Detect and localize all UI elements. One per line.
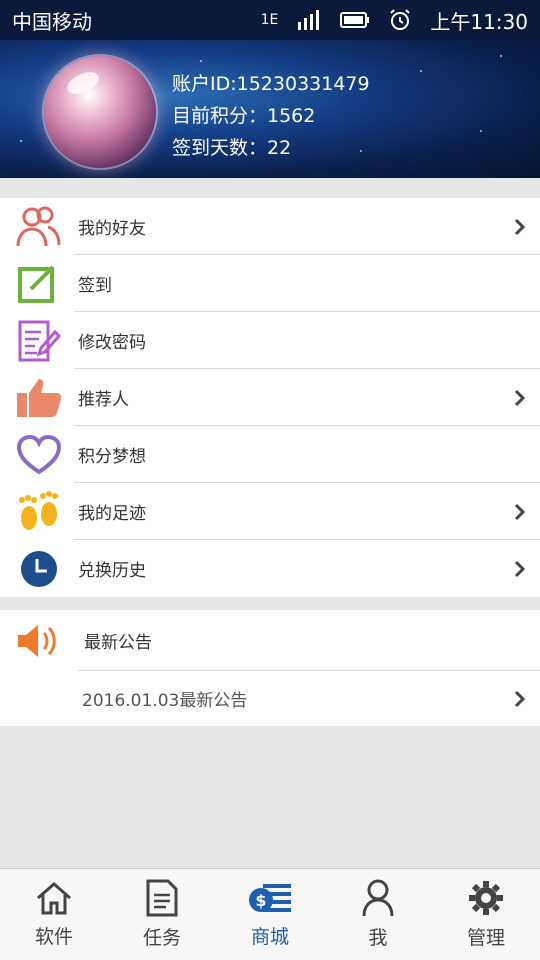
profile-header: 账户ID:15230331479 目前积分：1562 签到天数：22: [0, 40, 540, 178]
account-info: 账户ID:15230331479 目前积分：1562 签到天数：22: [172, 68, 370, 164]
status-icons: 1E 上午11:30: [261, 6, 528, 35]
announcement-section: 最新公告 2016.01.03最新公告: [0, 610, 540, 726]
menu-item-label: 修改密码: [78, 333, 146, 353]
footprints-icon: [0, 483, 78, 540]
menu-list: 我的好友 签到 修改密码 推荐人 积分梦想 我的足迹 兑换历史: [0, 198, 540, 597]
account-id: 账户ID:15230331479: [172, 73, 370, 95]
battery-icon: [340, 12, 370, 28]
announcement-text: 2016.01.03最新公告: [82, 691, 248, 711]
alarm-icon: [390, 9, 411, 30]
menu-item-exchange-history[interactable]: 兑换历史: [0, 540, 540, 597]
nav-label: 管理: [466, 927, 505, 949]
nav-label: 商城: [250, 926, 289, 948]
chevron-right-icon: [500, 502, 540, 522]
nav-label: 软件: [34, 926, 73, 948]
menu-item-checkin[interactable]: 签到: [0, 255, 540, 312]
menu-item-label: 兑换历史: [78, 561, 146, 581]
status-bar: 中国移动 1E 上午11:30: [0, 0, 540, 40]
friends-icon: [0, 198, 78, 255]
menu-item-change-password[interactable]: 修改密码: [0, 312, 540, 369]
nav-label: 我: [368, 927, 388, 949]
avatar[interactable]: [44, 56, 156, 168]
clock-icon: [0, 540, 78, 597]
nav-shop[interactable]: $ 商城: [216, 869, 324, 960]
home-icon: [37, 882, 71, 915]
menu-item-referrer[interactable]: 推荐人: [0, 369, 540, 426]
nav-task[interactable]: 任务: [108, 869, 216, 960]
carrier-name: 中国移动: [12, 9, 92, 34]
menu-item-friends[interactable]: 我的好友: [0, 198, 540, 255]
svg-text:$: $: [255, 891, 266, 910]
menu-item-label: 推荐人: [78, 390, 129, 410]
menu-item-label: 我的足迹: [78, 504, 146, 524]
announcement-title: 最新公告: [84, 633, 152, 653]
edit-document-icon: [0, 312, 78, 369]
document-icon: [146, 879, 178, 917]
bottom-nav: 软件 任务 $ 商城 我 管理: [0, 868, 540, 960]
chevron-right-icon: [500, 559, 540, 579]
speaker-icon: [0, 623, 78, 659]
nav-me[interactable]: 我: [324, 869, 432, 960]
heart-icon: [0, 426, 78, 483]
menu-item-footprints[interactable]: 我的足迹: [0, 483, 540, 540]
menu-item-label: 积分梦想: [78, 447, 146, 467]
thumbs-up-icon: [0, 369, 78, 426]
shop-icon: $: [249, 884, 291, 912]
chevron-right-icon: [500, 388, 540, 408]
network-type: 1E: [260, 12, 279, 28]
signal-icon: [298, 10, 320, 30]
account-points: 目前积分：1562: [172, 105, 316, 127]
person-icon: [362, 879, 394, 917]
nav-label: 任务: [142, 927, 181, 949]
chevron-right-icon: [500, 689, 540, 709]
checkin-icon: [0, 255, 78, 312]
announcement-header: 最新公告: [0, 610, 540, 671]
nav-software[interactable]: 软件: [0, 869, 108, 960]
signin-days: 签到天数：22: [172, 137, 292, 159]
clock-time: 上午11:30: [430, 9, 528, 34]
menu-item-label: 我的好友: [78, 219, 146, 239]
gear-icon: [469, 881, 503, 915]
menu-item-label: 签到: [78, 276, 112, 296]
announcement-item[interactable]: 2016.01.03最新公告: [0, 671, 540, 726]
menu-item-points-dream[interactable]: 积分梦想: [0, 426, 540, 483]
chevron-right-icon: [500, 217, 540, 237]
nav-manage[interactable]: 管理: [432, 869, 540, 960]
